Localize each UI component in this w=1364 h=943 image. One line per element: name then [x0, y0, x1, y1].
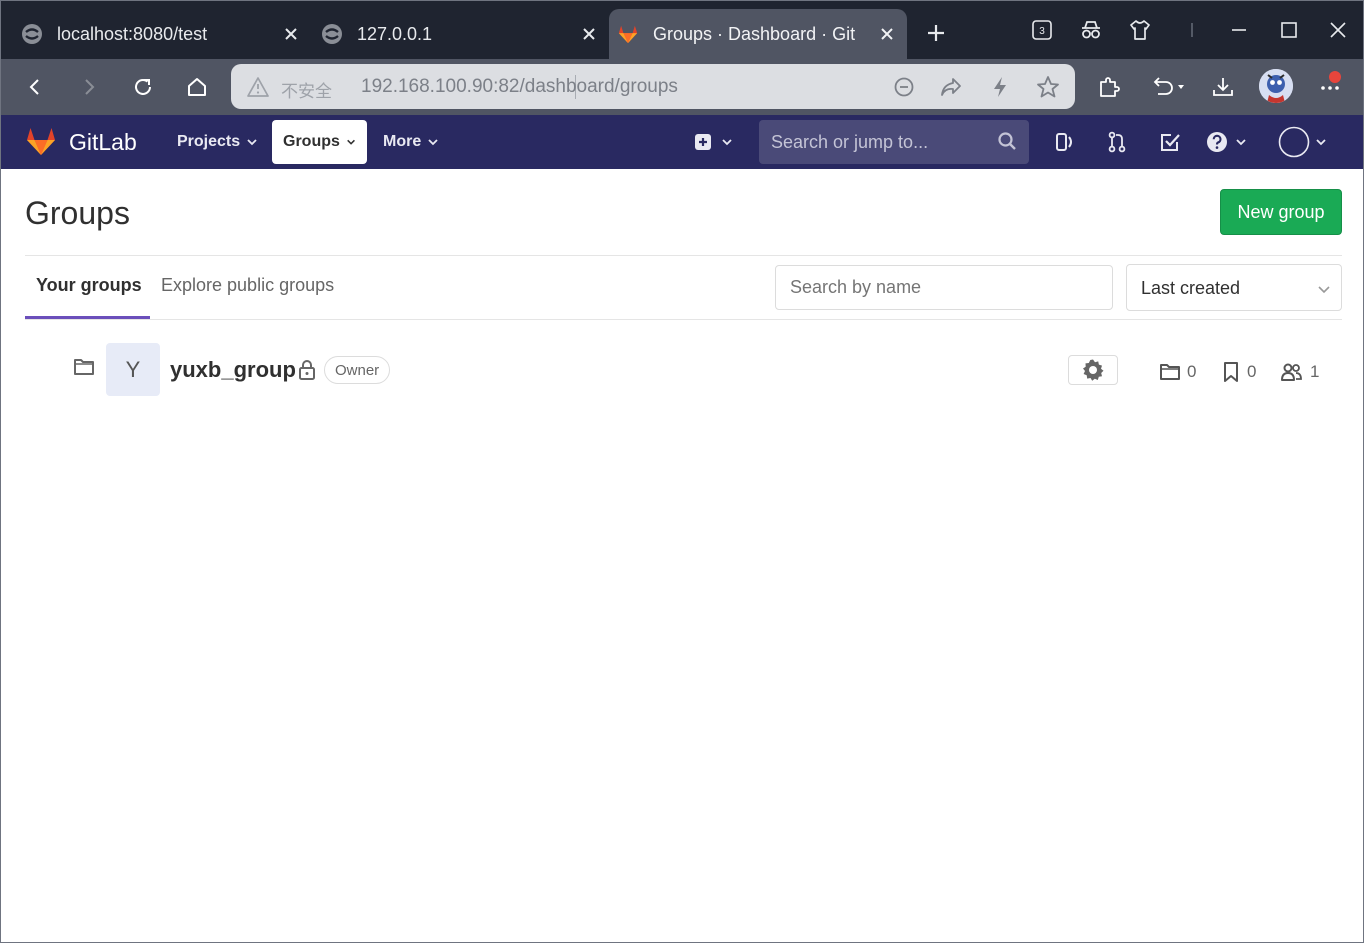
undo-dropdown-icon[interactable] — [1147, 71, 1189, 103]
new-dropdown-icon[interactable] — [691, 128, 737, 156]
extensions-icon[interactable] — [1093, 71, 1125, 103]
tab-explore-public-groups[interactable]: Explore public groups — [161, 275, 334, 296]
subgroups-count-value: 0 — [1187, 362, 1197, 381]
profile-avatar[interactable] — [1259, 69, 1293, 103]
close-tab-icon[interactable] — [577, 22, 601, 46]
folder-icon — [74, 359, 94, 375]
warning-icon — [247, 77, 269, 97]
close-window-icon[interactable] — [1323, 15, 1353, 45]
lightning-icon[interactable] — [987, 74, 1013, 100]
todos-icon[interactable] — [1156, 128, 1184, 156]
chevron-down-icon — [1318, 286, 1330, 294]
nav-projects-label: Projects — [177, 133, 241, 150]
chevron-down-icon — [247, 139, 257, 146]
filter-groups-input[interactable] — [775, 265, 1113, 310]
search-placeholder: Search or jump to... — [771, 132, 929, 152]
sort-dropdown[interactable]: Last created — [1126, 264, 1342, 311]
browser-tab-groups[interactable]: Groups · Dashboard · Git — [609, 9, 907, 59]
tab-title: Groups · Dashboard · Git — [653, 23, 856, 44]
tab-count-icon[interactable]: 3 — [1027, 15, 1057, 45]
tab-title: localhost:8080/test — [57, 23, 208, 44]
nav-projects[interactable]: Projects — [166, 120, 269, 164]
issues-icon[interactable] — [1051, 128, 1079, 156]
group-settings-button[interactable] — [1068, 355, 1118, 385]
new-group-button[interactable]: New group — [1220, 189, 1342, 235]
url-text[interactable]: 192.168.100.90:82/dashboard/groups — [361, 76, 678, 98]
tabs-divider — [25, 319, 1342, 320]
incognito-icon[interactable] — [1076, 15, 1106, 45]
close-tab-icon[interactable] — [279, 22, 303, 46]
notification-dot — [1329, 71, 1341, 83]
title-divider — [25, 255, 1342, 256]
minimize-icon[interactable] — [1224, 15, 1254, 45]
subgroups-count: 0 — [1159, 360, 1196, 384]
nav-more[interactable]: More — [372, 120, 450, 164]
group-name-link[interactable]: yuxb_group — [170, 357, 296, 383]
chevron-down-icon — [428, 139, 438, 146]
zoom-out-icon[interactable] — [891, 74, 917, 100]
chevron-down-icon — [347, 139, 355, 145]
gear-icon — [1083, 359, 1104, 381]
insecure-label: 不安全 — [281, 82, 332, 101]
browser-toolbar: 不安全 192.168.100.90:82/dashboard/groups — [1, 59, 1363, 115]
user-avatar-dropdown[interactable] — [1277, 125, 1333, 159]
share-icon[interactable] — [938, 74, 964, 100]
tab-strip: localhost:8080/test 127.0.0.1 Groups · D… — [1, 1, 1363, 59]
users-icon — [1281, 363, 1302, 381]
search-icon — [998, 132, 1016, 150]
nav-groups[interactable]: Groups — [272, 120, 367, 164]
gitlab-brand[interactable]: GitLab — [69, 129, 137, 156]
toolbar-divider — [1177, 15, 1207, 45]
help-dropdown-icon[interactable] — [1205, 128, 1251, 156]
gitlab-logo-icon[interactable] — [25, 125, 57, 157]
forward-icon[interactable] — [73, 71, 105, 103]
tab-your-groups[interactable]: Your groups — [36, 275, 142, 296]
home-icon[interactable] — [181, 71, 213, 103]
bookmark-icon — [1224, 362, 1238, 382]
members-count-value: 1 — [1310, 362, 1320, 381]
projects-count: 0 — [1221, 360, 1256, 384]
gitlab-header: GitLab Projects Groups More Search or ju… — [1, 115, 1363, 169]
download-icon[interactable] — [1207, 71, 1239, 103]
nav-more-label: More — [383, 133, 422, 150]
global-search-input[interactable]: Search or jump to... — [759, 120, 1029, 164]
tab-count-text: 3 — [1039, 26, 1045, 37]
reload-icon[interactable] — [127, 71, 159, 103]
role-badge: Owner — [324, 356, 391, 384]
group-avatar[interactable]: Y — [106, 343, 160, 396]
browser-window: localhost:8080/test 127.0.0.1 Groups · D… — [0, 0, 1364, 943]
nav-groups-label: Groups — [283, 133, 340, 150]
address-bar[interactable]: 不安全 192.168.100.90:82/dashboard/groups — [231, 64, 1075, 109]
browser-tab-localhost[interactable]: localhost:8080/test — [1, 9, 311, 59]
browser-tab-127[interactable]: 127.0.0.1 — [301, 9, 609, 59]
browser-favicon-icon — [322, 24, 342, 44]
members-count: 1 — [1280, 360, 1319, 384]
projects-count-value: 0 — [1247, 362, 1257, 381]
close-tab-icon[interactable] — [875, 22, 899, 46]
gitlab-favicon-icon — [618, 25, 638, 44]
new-tab-button[interactable] — [921, 18, 951, 48]
sort-selected-value: Last created — [1141, 278, 1241, 298]
maximize-icon[interactable] — [1274, 15, 1304, 45]
folder-icon — [1160, 364, 1180, 380]
browser-favicon-icon — [22, 24, 42, 44]
back-icon[interactable] — [19, 71, 51, 103]
lock-icon — [299, 360, 315, 380]
page-title: Groups — [25, 195, 130, 231]
merge-requests-icon[interactable] — [1103, 128, 1131, 156]
bookmark-star-icon[interactable] — [1035, 74, 1061, 100]
shirt-skin-icon[interactable] — [1125, 15, 1155, 45]
tab-title: 127.0.0.1 — [357, 23, 433, 44]
